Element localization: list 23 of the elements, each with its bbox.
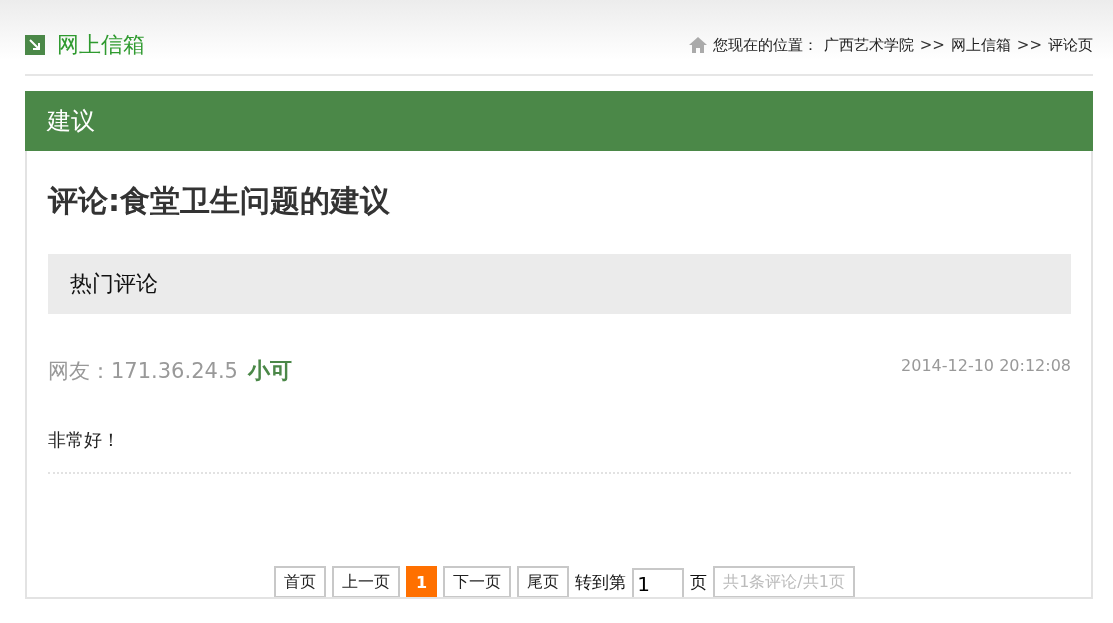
page-title: 网上信箱 <box>57 31 145 59</box>
breadcrumb-separator: >> <box>1016 36 1042 54</box>
breadcrumb-label: 您现在的位置： <box>712 35 818 55</box>
page-button[interactable]: 尾页 <box>517 566 570 597</box>
page-count-label: 共1条评论/共1页 <box>713 566 855 597</box>
comment-author: 网友：171.36.24.5 <box>48 358 238 385</box>
goto-label: 转到第 <box>575 570 627 594</box>
comment-nickname: 小可 <box>247 357 292 385</box>
page-input-field[interactable]: 1 <box>632 568 685 597</box>
page-button[interactable]: 下一页 <box>443 566 512 597</box>
breadcrumb-current: 评论页 <box>1048 35 1093 55</box>
breadcrumb-link[interactable]: 网上信箱 <box>950 35 1011 55</box>
comment-body: 非常好！ <box>48 428 121 452</box>
comment-time: 2014-12-10 20:12:08 <box>901 356 1071 375</box>
page-button[interactable]: 首页 <box>274 566 327 597</box>
article-title: 评论:食堂卫生问题的建议 <box>48 182 391 220</box>
home-icon <box>688 37 707 53</box>
breadcrumb-link[interactable]: 广西艺术学院 <box>823 35 914 55</box>
page-button[interactable]: 上一页 <box>332 566 401 597</box>
goto-label: 页 <box>690 570 708 594</box>
breadcrumb-separator: >> <box>919 36 945 54</box>
category-title: 建议 <box>47 106 95 137</box>
section-heading: 热门评论 <box>48 254 1071 314</box>
